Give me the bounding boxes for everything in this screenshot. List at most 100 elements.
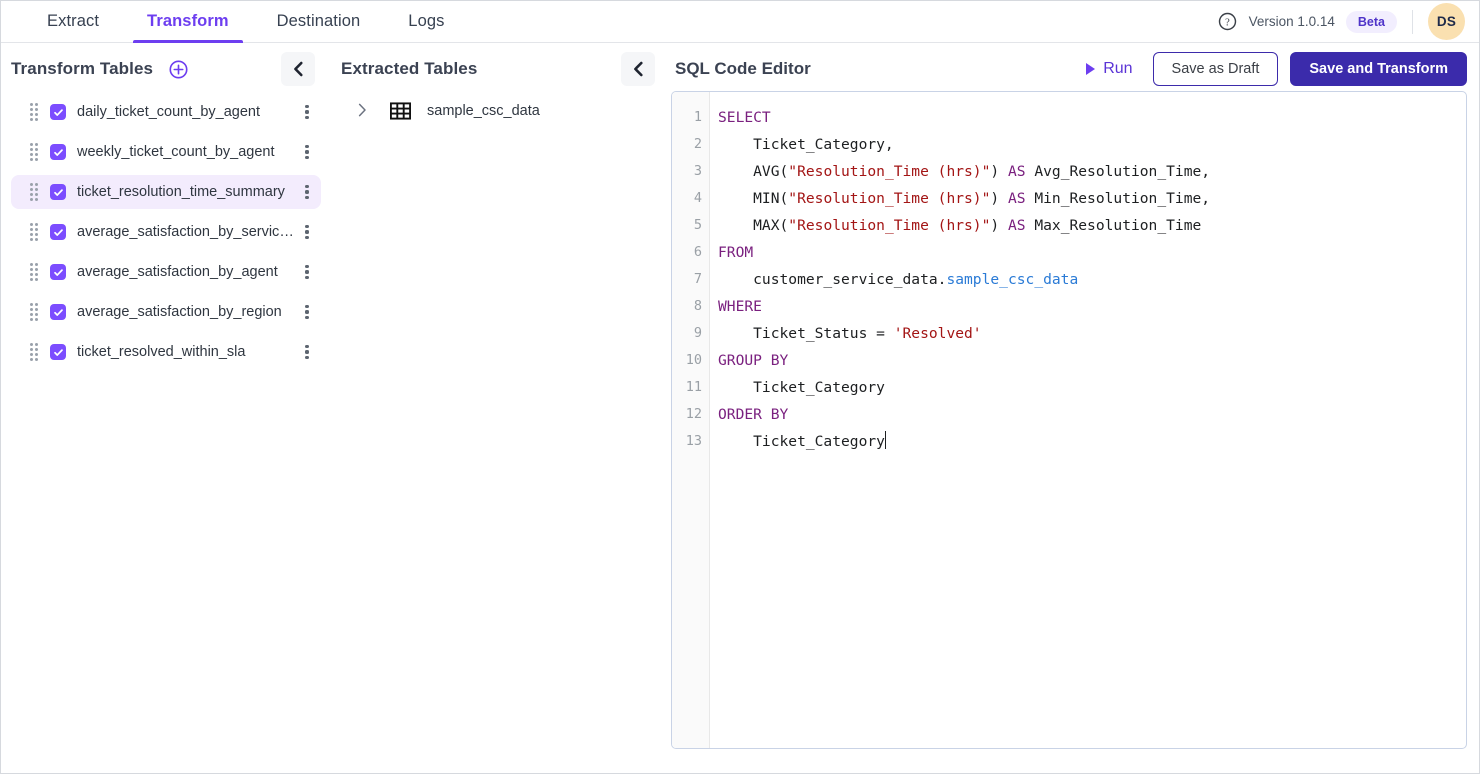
sql-code-editor[interactable]: 12345678910111213 SELECT Ticket_Category… [671,91,1467,749]
sql-code-area[interactable]: SELECT Ticket_Category, AVG("Resolution_… [710,92,1466,748]
sql-editor-header: SQL Code Editor Run Save as Draft Save a… [661,43,1467,91]
collapse-extracted-panel-button[interactable] [621,52,655,86]
table-checkbox[interactable] [50,264,66,280]
version-label: Version 1.0.14 [1249,14,1335,29]
code-line: GROUP BY [718,347,1466,374]
chevron-left-icon [292,61,305,77]
table-row[interactable]: ticket_resolved_within_sla [11,335,321,369]
table-checkbox[interactable] [50,144,66,160]
code-token: 'Resolved' [894,325,982,342]
code-token: ) [990,190,1008,207]
drag-handle-icon[interactable] [29,264,39,280]
check-icon [53,267,64,278]
transform-tables-header: Transform Tables [11,43,321,91]
play-triangle-icon [1086,63,1095,75]
code-line: WHERE [718,293,1466,320]
row-options-menu-icon[interactable] [299,221,315,244]
code-token: ORDER BY [718,406,788,423]
code-token: Avg_Resolution_Time, [1026,163,1211,180]
table-row[interactable]: daily_ticket_count_by_agent [11,95,321,129]
code-token: GROUP BY [718,352,788,369]
code-line: Ticket_Category [718,428,1466,455]
code-line: customer_service_data.sample_csc_data [718,266,1466,293]
drag-handle-icon[interactable] [29,304,39,320]
plus-circle-icon[interactable] [167,58,189,80]
code-line: Ticket_Category, [718,131,1466,158]
page-title: Transform Tables [11,59,153,79]
table-row[interactable]: average_satisfaction_by_agent [11,255,321,289]
svg-text:?: ? [1225,18,1230,29]
tab-transform[interactable]: Transform [123,1,253,42]
divider [1412,10,1413,34]
table-grid-icon [389,100,411,122]
save-as-draft-button[interactable]: Save as Draft [1153,52,1279,87]
table-name-label: ticket_resolution_time_summary [77,184,299,200]
code-token: Ticket_Status = [718,325,894,342]
main-tabs: ExtractTransformDestinationLogs [1,1,468,42]
line-number: 3 [672,158,709,185]
table-checkbox[interactable] [50,304,66,320]
row-options-menu-icon[interactable] [299,341,315,364]
collapse-transform-panel-button[interactable] [281,52,315,86]
line-number: 11 [672,374,709,401]
row-options-menu-icon[interactable] [299,181,315,204]
question-mark-circle-icon[interactable]: ? [1218,12,1238,32]
tab-logs[interactable]: Logs [384,1,468,42]
code-token: Min_Resolution_Time, [1026,190,1211,207]
chevron-right-icon[interactable] [353,103,371,120]
extracted-tables-list: sample_csc_data [341,91,661,127]
drag-handle-icon[interactable] [29,344,39,360]
line-number: 7 [672,266,709,293]
code-token: AS [1008,217,1026,234]
extracted-tables-panel: Extracted Tables sample_csc_data [321,43,661,773]
table-checkbox[interactable] [50,104,66,120]
avatar[interactable]: DS [1428,3,1465,40]
table-row[interactable]: ticket_resolution_time_summary [11,175,321,209]
code-token: "Resolution_Time (hrs)" [788,163,990,180]
drag-handle-icon[interactable] [29,184,39,200]
row-options-menu-icon[interactable] [299,261,315,284]
extracted-tables-title: Extracted Tables [341,59,477,79]
tab-extract[interactable]: Extract [23,1,123,42]
code-token: Ticket_Category [718,379,885,396]
table-name-label: average_satisfaction_by_region [77,304,299,320]
drag-handle-icon[interactable] [29,224,39,240]
code-token: "Resolution_Time (hrs)" [788,190,990,207]
drag-handle-icon[interactable] [29,144,39,160]
code-token: SELECT [718,109,771,126]
table-name-label: ticket_resolved_within_sla [77,344,299,360]
table-checkbox[interactable] [50,224,66,240]
editor-action-buttons: Run Save as Draft Save and Transform [1078,52,1467,87]
code-token: customer_service_data. [718,271,946,288]
row-options-menu-icon[interactable] [299,101,315,124]
code-token: ) [990,163,1008,180]
table-checkbox[interactable] [50,344,66,360]
check-icon [53,147,64,158]
code-line: AVG("Resolution_Time (hrs)") AS Avg_Reso… [718,158,1466,185]
code-token: Max_Resolution_Time [1026,217,1202,234]
table-checkbox[interactable] [50,184,66,200]
transform-tables-panel: Transform Tables daily_ticket_count_by_a… [1,43,321,773]
row-options-menu-icon[interactable] [299,301,315,324]
code-line: FROM [718,239,1466,266]
extracted-table-label: sample_csc_data [427,103,540,119]
save-and-transform-button[interactable]: Save and Transform [1290,52,1467,87]
table-row[interactable]: average_satisfaction_by_service... [11,215,321,249]
check-icon [53,187,64,198]
sql-editor-panel: SQL Code Editor Run Save as Draft Save a… [661,43,1479,773]
table-row[interactable]: weekly_ticket_count_by_agent [11,135,321,169]
sql-editor-title: SQL Code Editor [675,59,811,79]
drag-handle-icon[interactable] [29,104,39,120]
tab-destination[interactable]: Destination [253,1,385,42]
check-icon [53,227,64,238]
code-line: ORDER BY [718,401,1466,428]
line-number: 4 [672,185,709,212]
text-cursor [885,431,887,449]
row-options-menu-icon[interactable] [299,141,315,164]
main-body: Transform Tables daily_ticket_count_by_a… [1,43,1479,773]
line-number: 9 [672,320,709,347]
run-button[interactable]: Run [1078,56,1140,82]
line-number: 8 [672,293,709,320]
table-row[interactable]: average_satisfaction_by_region [11,295,321,329]
extracted-table-row[interactable]: sample_csc_data [341,95,661,127]
